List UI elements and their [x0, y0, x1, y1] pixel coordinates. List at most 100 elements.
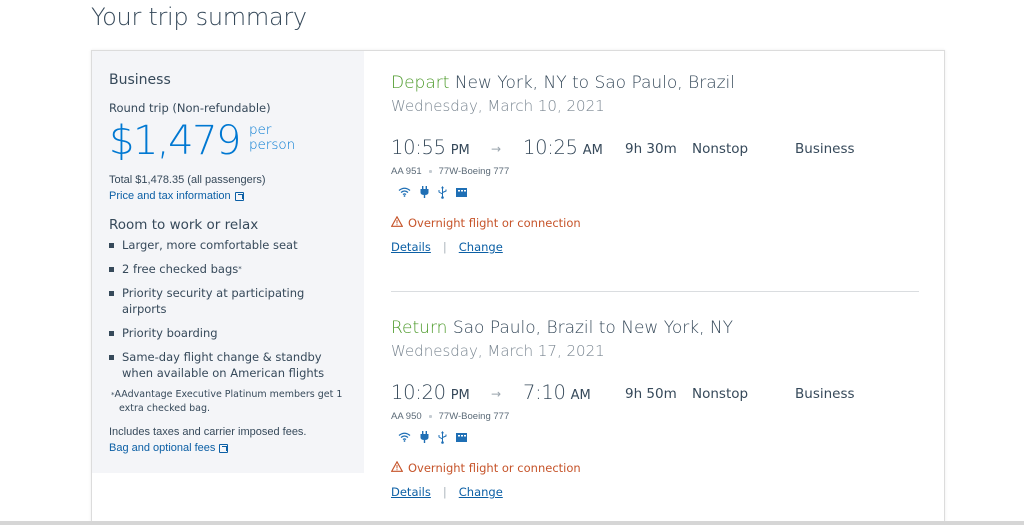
departure-ampm: PM	[450, 388, 470, 403]
warning-text: Overnight flight or connection	[408, 216, 581, 230]
bullet-icon	[109, 331, 114, 336]
perk-text: Same-day flight change & standby when av…	[122, 350, 325, 380]
perk-item: 2 free checked bags*	[109, 261, 347, 277]
flight-date: Wednesday, March 17, 2021	[391, 342, 605, 360]
separator-dot	[428, 170, 432, 173]
external-link-icon	[219, 443, 229, 453]
flight-date: Wednesday, March 10, 2021	[391, 97, 605, 115]
bullet-icon	[109, 355, 114, 360]
details-link[interactable]: Details	[391, 240, 431, 254]
bullet-icon	[109, 267, 114, 272]
cabin-title: Business	[109, 72, 171, 88]
route-text: New York, NY to Sao Paulo, Brazil	[454, 73, 735, 93]
amenities-row	[391, 430, 921, 444]
fare-summary-panel: Business Round trip (Non-refundable) $1,…	[92, 51, 364, 473]
departure-time: 10:20 PM	[391, 381, 470, 404]
flight-actions: Details | Change	[391, 485, 921, 499]
usb-icon	[438, 430, 447, 444]
footnote-marker: *	[238, 265, 242, 273]
flight-direction: Return	[391, 318, 448, 338]
separator-dot	[428, 415, 432, 418]
warning-text: Overnight flight or connection	[408, 461, 581, 475]
details-link[interactable]: Details	[391, 485, 431, 499]
flight-duration: 9h 30m	[625, 141, 677, 157]
perk-text: 2 free checked bags	[122, 262, 239, 276]
price-unit-line1: per	[248, 122, 272, 138]
entertainment-icon	[456, 432, 467, 442]
perk-text: Larger, more comfortable seat	[122, 238, 298, 252]
flight-times-row: 10:55 PM → 10:25 AM 9h 30m Nonstop Busines…	[391, 136, 921, 164]
arrival-time-value: 7:10	[523, 381, 566, 404]
perks-title: Room to work or relax	[109, 217, 259, 233]
overnight-warning: Overnight flight or connection	[390, 460, 921, 475]
departure-time-value: 10:20	[391, 381, 446, 404]
arrival-ampm: AM	[570, 388, 591, 403]
total-price: Total $1,478.35 (all passengers)	[109, 174, 266, 186]
power-icon	[420, 431, 429, 443]
arrow-right-icon: →	[491, 387, 502, 401]
price-unit: per person	[249, 123, 295, 153]
flight-actions: Details | Change	[391, 240, 921, 254]
bullet-icon	[109, 243, 114, 248]
route-text: Sao Paulo, Brazil to New York, NY	[452, 318, 733, 338]
perk-item: Priority boarding	[109, 325, 347, 341]
arrow-right-icon: →	[491, 142, 502, 156]
flight-number: AA 950	[391, 411, 422, 422]
warning-icon	[390, 215, 404, 230]
price-tax-info-link[interactable]: Price and tax information	[109, 190, 347, 202]
bag-fees-link[interactable]: Bag and optional fees	[109, 442, 347, 454]
flight-segment-depart: Depart New York, NY to Sao Paulo, Brazil…	[390, 71, 921, 254]
footnote-line2: extra checked bag.	[119, 403, 211, 414]
aircraft-type: 77W-Boeing 777	[438, 411, 510, 422]
arrival-time: 10:25 AM	[523, 136, 603, 159]
perk-text: Priority security at participating airpo…	[122, 286, 305, 316]
warning-icon	[390, 460, 404, 475]
flight-cabin: Business	[795, 141, 855, 157]
perk-text: Priority boarding	[122, 326, 218, 340]
departure-ampm: PM	[450, 143, 470, 158]
amenities-row	[391, 185, 921, 199]
page-title: Your trip summary	[91, 3, 307, 31]
entertainment-icon	[456, 187, 467, 197]
departure-time: 10:55 PM	[391, 136, 470, 159]
trip-type: Round trip (Non-refundable)	[109, 101, 271, 115]
price-row: $1,479 per person	[109, 118, 347, 164]
bottom-edge	[0, 521, 1024, 525]
bullet-icon	[109, 291, 114, 296]
flight-meta: AA 951 77W-Boeing 777	[391, 166, 921, 177]
change-link[interactable]: Change	[459, 240, 503, 254]
flight-route: Return Sao Paulo, Brazil to New York, NY	[391, 316, 921, 340]
price-tax-info-label: Price and tax information	[109, 190, 231, 202]
wifi-icon	[398, 432, 411, 442]
flight-direction: Depart	[391, 73, 450, 93]
perk-item: Same-day flight change & standby when av…	[109, 349, 347, 381]
footnote: *AAdvantage Executive Platinum members g…	[109, 388, 347, 416]
price-per-person: $1,479	[109, 118, 241, 164]
aircraft-type: 77W-Boeing 777	[438, 166, 510, 177]
flight-times-row: 10:20 PM → 7:10 AM 9h 50m Nonstop Business	[391, 381, 921, 409]
flight-number: AA 951	[391, 166, 422, 177]
flight-segment-return: Return Sao Paulo, Brazil to New York, NY…	[390, 316, 921, 499]
separator: |	[442, 485, 447, 499]
trip-summary-card: Business Round trip (Non-refundable) $1,…	[91, 50, 945, 525]
overnight-warning: Overnight flight or connection	[390, 215, 921, 230]
departure-time-value: 10:55	[391, 136, 446, 159]
power-icon	[420, 186, 429, 198]
flight-stops: Nonstop	[692, 386, 749, 402]
usb-icon	[438, 185, 447, 199]
change-link[interactable]: Change	[459, 485, 503, 499]
flight-stops: Nonstop	[692, 141, 749, 157]
arrival-time: 7:10 AM	[523, 381, 591, 404]
separator: |	[442, 240, 447, 254]
perk-item: Priority security at participating airpo…	[109, 285, 347, 317]
price-unit-line2: person	[248, 137, 296, 153]
flight-duration: 9h 50m	[625, 386, 677, 402]
arrival-time-value: 10:25	[523, 136, 578, 159]
flight-cabin: Business	[795, 386, 855, 402]
footnote-line1: AAdvantage Executive Platinum members ge…	[114, 389, 343, 400]
flight-meta: AA 950 77W-Boeing 777	[391, 411, 921, 422]
arrival-ampm: AM	[582, 143, 603, 158]
bag-fees-label: Bag and optional fees	[109, 442, 216, 454]
perks-list: Larger, more comfortable seat 2 free che…	[109, 237, 347, 381]
includes-fees-note: Includes taxes and carrier imposed fees.	[109, 426, 307, 438]
